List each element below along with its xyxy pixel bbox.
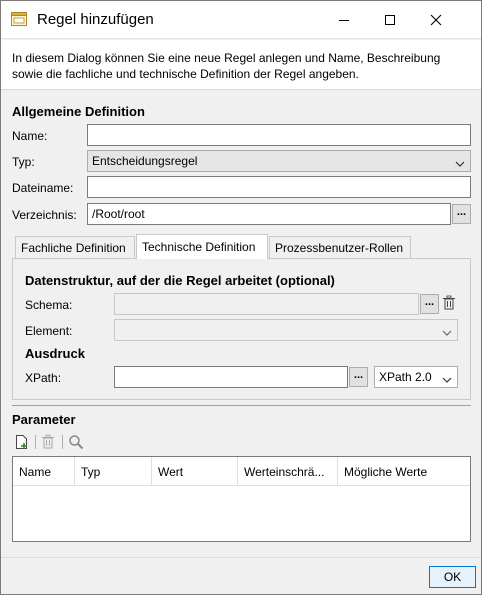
chevron-down-icon (442, 373, 452, 387)
column-header-name[interactable]: Name (13, 457, 75, 486)
chevron-down-icon (455, 157, 465, 171)
xpath-version-value: XPath 2.0 (379, 370, 432, 384)
ok-button[interactable]: OK (429, 566, 476, 588)
trash-icon[interactable] (442, 295, 456, 314)
element-select[interactable] (114, 319, 458, 341)
schema-browse-button[interactable]: ... (420, 294, 439, 314)
minimize-icon (339, 20, 349, 21)
dialog-description: In diesem Dialog können Sie eine neue Re… (1, 40, 481, 90)
schema-label: Schema: (25, 298, 73, 312)
parameters-table[interactable]: Name Typ Wert Werteinschrä... Mögliche W… (12, 456, 471, 542)
name-input[interactable] (87, 124, 471, 146)
window-title: Regel hinzufügen (37, 11, 154, 28)
name-label: Name: (12, 129, 48, 143)
type-select[interactable]: Entscheidungsregel (87, 150, 471, 172)
dialog-footer (1, 557, 481, 594)
minimize-button[interactable] (321, 1, 367, 39)
title-bar[interactable]: Regel hinzufügen (1, 1, 481, 39)
trash-icon[interactable] (41, 434, 57, 450)
tab-fachliche-definition[interactable]: Fachliche Definition (15, 236, 135, 259)
close-button[interactable] (413, 1, 459, 39)
dialog-window: Regel hinzufügen In diesem Dialog können… (0, 0, 482, 595)
directory-input[interactable]: /Root/root (87, 203, 451, 225)
parameters-heading: Parameter (12, 412, 76, 427)
expression-heading: Ausdruck (25, 346, 85, 361)
xpath-label: XPath: (25, 371, 62, 385)
general-definition-heading: Allgemeine Definition (12, 104, 145, 119)
column-header-wert[interactable]: Wert (152, 457, 238, 486)
filename-label: Dateiname: (12, 181, 74, 195)
xpath-browse-button[interactable]: ... (349, 367, 368, 387)
separator (12, 405, 471, 406)
tab-technische-definition[interactable]: Technische Definition (136, 234, 268, 259)
element-label: Element: (25, 324, 73, 338)
column-header-werteinschraenkung[interactable]: Werteinschrä... (238, 457, 338, 486)
search-icon[interactable] (68, 434, 84, 450)
type-select-value: Entscheidungsregel (92, 154, 198, 168)
toolbar-separator (62, 435, 63, 449)
column-header-moegliche-werte[interactable]: Mögliche Werte (338, 457, 470, 486)
data-structure-heading: Datenstruktur, auf der die Regel arbeite… (25, 273, 335, 288)
filename-input[interactable] (87, 176, 471, 198)
chevron-down-icon (442, 326, 452, 340)
tab-prozessbenutzer-rollen[interactable]: Prozessbenutzer-Rollen (269, 236, 411, 259)
toolbar-separator (35, 435, 36, 449)
maximize-icon (385, 15, 395, 25)
column-header-typ[interactable]: Typ (75, 457, 152, 486)
directory-label: Verzeichnis: (12, 208, 77, 222)
xpath-version-select[interactable]: XPath 2.0 (374, 366, 458, 388)
maximize-button[interactable] (367, 1, 413, 39)
close-icon (430, 14, 442, 26)
type-label: Typ: (12, 155, 35, 169)
directory-browse-button[interactable]: ... (452, 204, 471, 224)
dialog-window-icon (11, 12, 27, 26)
add-parameter-icon[interactable] (14, 434, 30, 450)
xpath-input[interactable] (114, 366, 348, 388)
schema-input[interactable] (114, 293, 419, 315)
